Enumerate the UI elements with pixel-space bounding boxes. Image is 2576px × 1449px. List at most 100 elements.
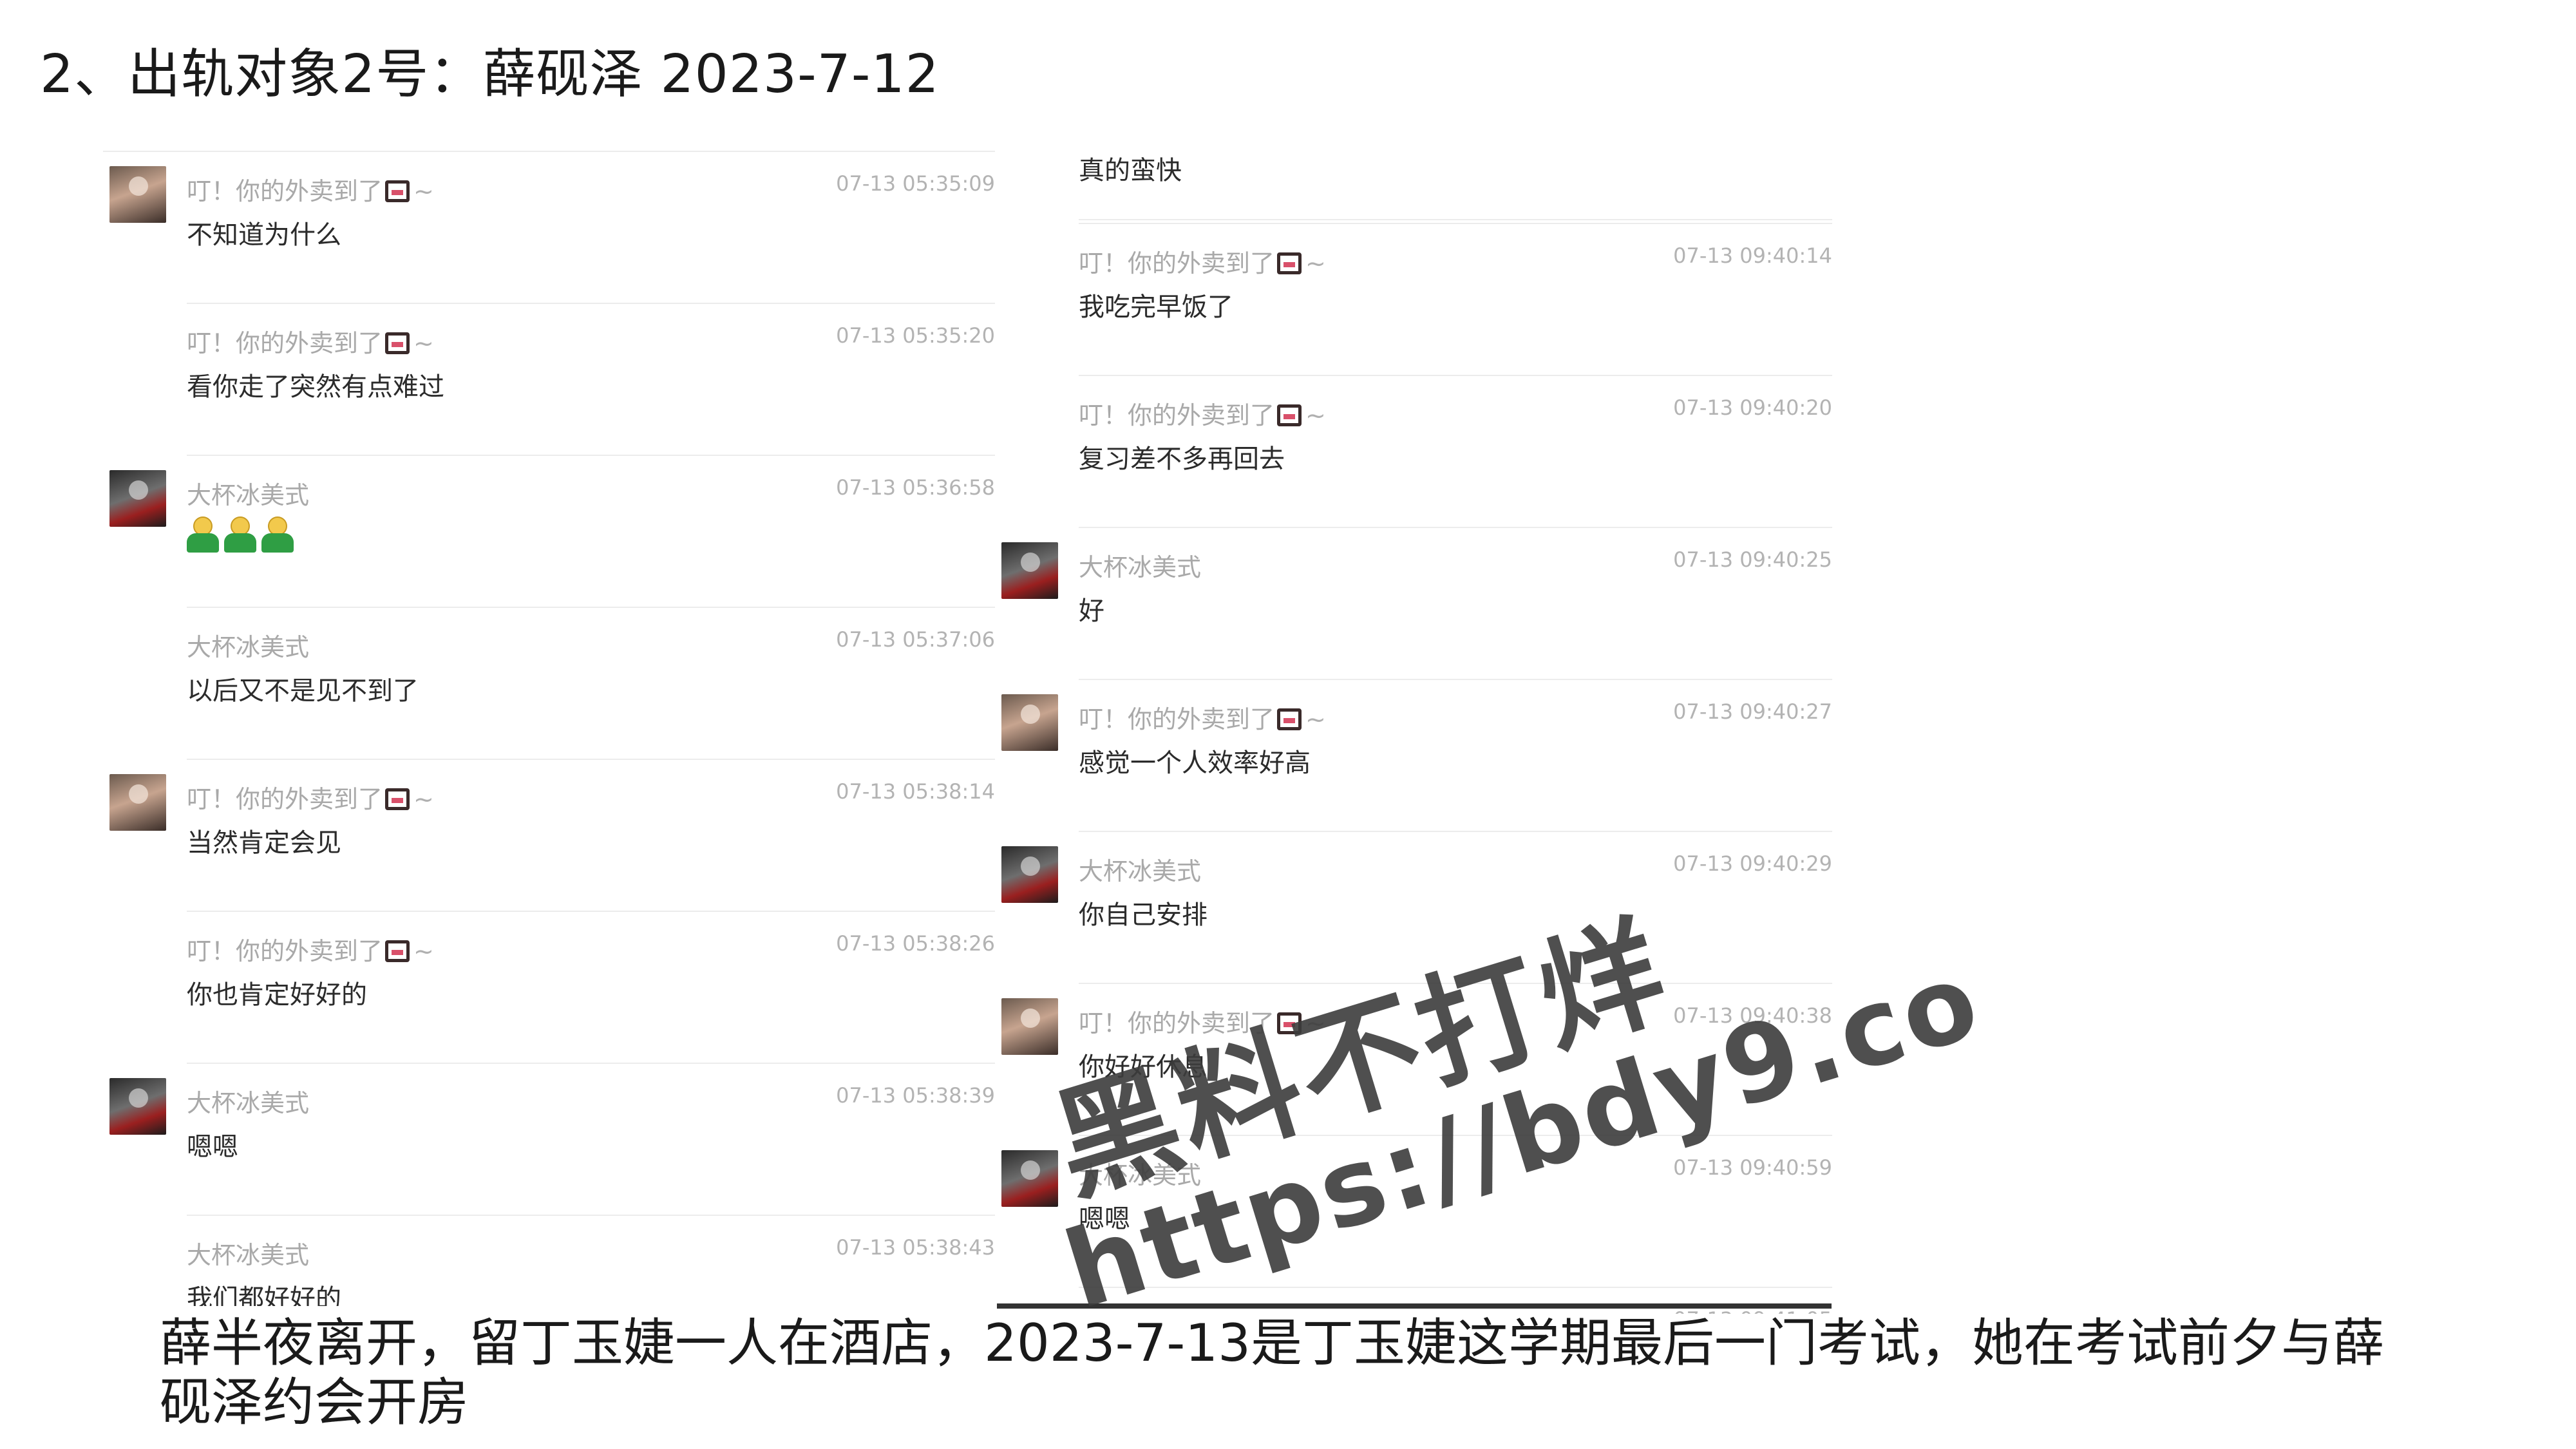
sender-label: 大杯冰美式 bbox=[1079, 1161, 1202, 1189]
boy-avatar[interactable] bbox=[109, 1078, 166, 1135]
message-divider bbox=[1079, 527, 1832, 528]
avatar-face bbox=[129, 1088, 148, 1108]
left-chat-panel: 叮！你的外卖到了 ~07-13 05:35:09 不知道为什么 叮！你的外卖到了 ~07… bbox=[103, 147, 995, 1306]
takeout-bag-icon bbox=[1277, 708, 1302, 730]
boy-avatar[interactable] bbox=[1001, 542, 1058, 599]
message-divider bbox=[1079, 983, 1832, 984]
sender-label: 大杯冰美式 bbox=[187, 1089, 310, 1117]
message-text: 你好好休息 bbox=[1079, 1052, 1208, 1082]
sender-name: 大杯冰美式 bbox=[1079, 851, 1201, 887]
sender-name: 叮！你的外卖到了 ~ bbox=[1079, 699, 1326, 735]
message-text: 不知道为什么 bbox=[187, 220, 341, 250]
boy-avatar[interactable] bbox=[1001, 846, 1058, 903]
sender-name: 叮！你的外卖到了 ~ bbox=[187, 171, 434, 207]
message-divider bbox=[103, 151, 995, 152]
message-divider bbox=[1079, 223, 1832, 224]
sender-name: 大杯冰美式 bbox=[1079, 1155, 1201, 1191]
sender-label: 叮！你的外卖到了 bbox=[1079, 401, 1275, 430]
message-text: 我吃完早饭了 bbox=[1079, 292, 1233, 322]
sender-label: 叮！你的外卖到了 bbox=[1079, 249, 1275, 278]
message-time: 07-13 05:36:58 bbox=[836, 475, 995, 500]
message-time: 07-13 05:38:26 bbox=[836, 931, 995, 956]
message-text: 你自己安排 bbox=[1079, 900, 1208, 930]
boy-avatar[interactable] bbox=[109, 470, 166, 527]
takeout-bag-icon bbox=[1277, 404, 1302, 426]
girl-avatar[interactable] bbox=[1001, 998, 1058, 1055]
girl-avatar[interactable] bbox=[1001, 694, 1058, 751]
message-time: 07-13 09:40:20 bbox=[1673, 395, 1832, 420]
message-divider bbox=[1079, 831, 1832, 832]
chat-message: 大杯冰美式 07-13 05:38:39 嗯嗯 bbox=[103, 1063, 995, 1215]
message-text: 我们都好好的 bbox=[187, 1284, 341, 1306]
message-text: 真的蛮快 bbox=[1079, 156, 1182, 185]
chat-message: 大杯冰美式 07-13 05:38:43 我们都好好的 bbox=[103, 1215, 995, 1306]
takeout-bag-icon bbox=[385, 180, 410, 202]
chat-message: 叮！你的外卖到了 ~07-13 05:38:26 你也肯定好好的 bbox=[103, 911, 995, 1063]
message-time: 07-13 09:40:14 bbox=[1673, 243, 1832, 268]
caption-line-1: 薛半夜离开，留丁玉婕一人在酒店，2023-7-13是丁玉婕这学期最后一门考试，她… bbox=[160, 1313, 2385, 1373]
girl-avatar[interactable] bbox=[109, 166, 166, 223]
sender-suffix: ~ bbox=[413, 177, 434, 205]
message-time: 07-13 09:40:38 bbox=[1673, 1003, 1832, 1028]
chat-message: 大杯冰美式 07-13 09:40:25 好 bbox=[995, 527, 1832, 679]
message-time: 07-13 09:40:25 bbox=[1673, 547, 1832, 572]
chat-message: 叮！你的外卖到了 ~07-13 05:35:09 不知道为什么 bbox=[103, 151, 995, 303]
avatar-face bbox=[129, 784, 148, 804]
sender-label: 大杯冰美式 bbox=[187, 1241, 310, 1269]
message-divider bbox=[187, 455, 995, 456]
message-divider bbox=[187, 759, 995, 760]
message-text: 嗯嗯 bbox=[187, 1132, 238, 1162]
message-time: 07-13 05:38:43 bbox=[836, 1235, 995, 1260]
avatar-face bbox=[1021, 553, 1040, 572]
avatar-face bbox=[1021, 857, 1040, 876]
green-person-emoji-icon bbox=[187, 516, 219, 553]
boy-avatar[interactable] bbox=[1001, 1150, 1058, 1207]
sender-suffix: ~ bbox=[1305, 1009, 1326, 1037]
green-person-emoji-icon bbox=[261, 516, 294, 553]
sender-label: 叮！你的外卖到了 bbox=[187, 937, 383, 965]
sender-label: 大杯冰美式 bbox=[187, 481, 310, 509]
sender-name: 叮！你的外卖到了 ~ bbox=[187, 323, 434, 359]
message-divider bbox=[187, 607, 995, 608]
message-text: 感觉一个人效率好高 bbox=[1079, 748, 1311, 778]
chat-message: 叮！你的外卖到了 ~ 07-13 09:40:27 感觉一个人效率好高 bbox=[995, 679, 1832, 831]
sender-name: 叮！你的外卖到了 ~ bbox=[1079, 395, 1326, 431]
message-time: 07-13 09:40:59 bbox=[1673, 1155, 1832, 1180]
sender-suffix: ~ bbox=[1305, 401, 1326, 430]
avatar-face bbox=[129, 176, 148, 196]
sender-label: 叮！你的外卖到了 bbox=[187, 785, 383, 813]
message-divider bbox=[187, 1063, 995, 1064]
takeout-bag-icon bbox=[385, 940, 410, 962]
green-person-emoji-icon bbox=[224, 516, 256, 553]
emoji-body bbox=[261, 533, 294, 553]
message-time: 07-13 09:40:27 bbox=[1673, 699, 1832, 724]
chat-message: 叮！你的外卖到了 ~07-13 09:40:14 我吃完早饭了 bbox=[995, 223, 1832, 375]
avatar-face bbox=[1021, 1160, 1040, 1180]
sender-name: 大杯冰美式 bbox=[187, 1235, 309, 1271]
takeout-bag-icon bbox=[1277, 252, 1302, 274]
message-text: 嗯嗯 bbox=[1079, 1204, 1130, 1234]
message-time: 07-13 05:38:39 bbox=[836, 1083, 995, 1108]
sender-suffix: ~ bbox=[1305, 705, 1326, 734]
message-divider bbox=[1079, 1287, 1832, 1288]
girl-avatar[interactable] bbox=[109, 774, 166, 831]
chat-message: 大杯冰美式 07-13 09:40:29 你自己安排 bbox=[995, 831, 1832, 983]
sender-name: 大杯冰美式 bbox=[187, 475, 309, 511]
emoji-body bbox=[224, 533, 256, 553]
sender-name: 叮！你的外卖到了 ~ bbox=[187, 931, 434, 967]
message-time: 07-13 09:40:29 bbox=[1673, 851, 1832, 876]
message-divider bbox=[1079, 375, 1832, 376]
sender-label: 大杯冰美式 bbox=[187, 633, 310, 661]
message-text: 好 bbox=[1079, 596, 1104, 626]
avatar-face bbox=[1021, 1009, 1040, 1028]
sender-name: 叮！你的外卖到了 ~ bbox=[1079, 1003, 1326, 1039]
chat-message: 叮！你的外卖到了 ~07-13 09:40:20 复习差不多再回去 bbox=[995, 375, 1832, 527]
message-text: 当然肯定会见 bbox=[187, 828, 341, 858]
sender-label: 大杯冰美式 bbox=[1079, 857, 1202, 886]
caption: 薛半夜离开，留丁玉婕一人在酒店，2023-7-13是丁玉婕这学期最后一门考试，她… bbox=[160, 1313, 2385, 1432]
sender-suffix: ~ bbox=[1305, 249, 1326, 278]
chat-message: 大杯冰美式 07-13 09:40:59 嗯嗯 bbox=[995, 1135, 1832, 1287]
chat-message: 大杯冰美式 07-13 05:36:58 bbox=[103, 455, 995, 607]
takeout-bag-icon bbox=[385, 788, 410, 810]
message-divider bbox=[1079, 219, 1832, 220]
